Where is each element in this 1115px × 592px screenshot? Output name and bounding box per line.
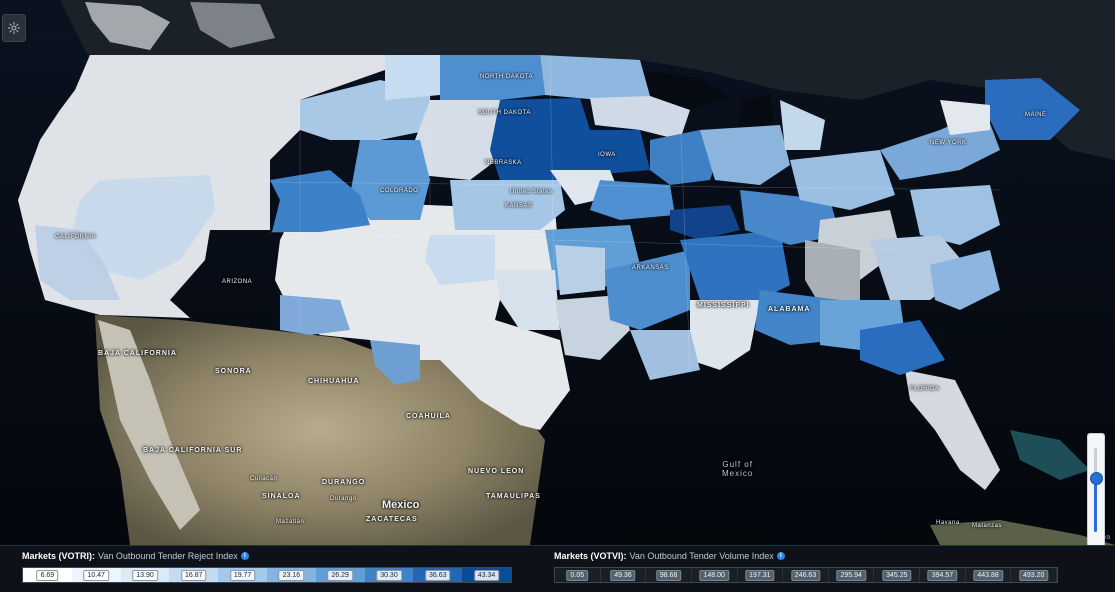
legend-volume-value: 98.68: [655, 570, 682, 581]
legend-reject-swatch: 19.77: [218, 568, 267, 582]
market-region: [425, 235, 495, 285]
market-region: [540, 55, 650, 100]
legend-volume-value: 148.00: [699, 570, 729, 581]
zoom-slider[interactable]: [1087, 433, 1105, 547]
settings-button[interactable]: [2, 14, 26, 42]
map-label-kansas: KANSAS: [505, 203, 533, 209]
legend-reject-swatch: 26.29: [315, 568, 365, 582]
map-label-sonora: SONORA: [215, 368, 252, 375]
legend-reject-value: 36.63: [425, 570, 451, 581]
market-region: [385, 55, 440, 100]
zoom-fill: [1094, 478, 1097, 532]
legend-bar: Markets (VOTRI): Van Outbound Tender Rej…: [0, 545, 1115, 592]
legend-reject-value: 13.90: [132, 570, 158, 581]
map-label-durango-city: Durango: [330, 496, 357, 502]
legend-reject-swatch: 23.16: [266, 568, 316, 582]
legend-volume-value: 0.05: [566, 570, 589, 581]
map-label-north-dakota: NORTH DAKOTA: [480, 74, 534, 80]
map-label-durango-state: DURANGO: [322, 479, 366, 486]
map-label-gulf-of-mexico: Gulf of Mexico: [722, 460, 754, 478]
legend-reject-value: 10.47: [83, 570, 109, 581]
map-label-matanzas: Matanzas: [972, 523, 1003, 529]
legend-volume-swatch: 0.05: [555, 568, 601, 582]
info-icon[interactable]: i: [776, 552, 785, 560]
map-label-baja-california-sur: BAJA CALIFORNIA SUR: [143, 447, 243, 454]
legend-reject-scale: 6.69 10.47 13.90 16.87 19.77 23.16 26.29 30.30 3…: [22, 567, 512, 583]
legend-reject-title-text: Van Outbound Tender Reject Index: [98, 551, 238, 561]
legend-reject-swatch: 6.69: [23, 568, 72, 582]
legend-volume-index: Markets (VOTVI): Van Outbound Tender Vol…: [554, 546, 1058, 592]
map-label-zacatecas: ZACATECAS: [366, 516, 418, 523]
map-label-colorado: COLORADO: [380, 188, 419, 194]
legend-volume-value: 493.20: [1019, 570, 1049, 581]
legend-volume-value: 345.25: [882, 570, 912, 581]
legend-volume-swatch: 394.57: [920, 568, 966, 582]
market-region: [280, 295, 350, 335]
map-label-alabama: ALABAMA: [768, 306, 811, 313]
legend-reject-swatch: 36.63: [413, 568, 463, 582]
legend-volume-swatch: 148.00: [691, 568, 738, 582]
map-label-florida: FLORIDA: [910, 386, 940, 392]
map-label-nebraska: NEBRASKA: [485, 160, 522, 166]
map-label-baja-california: BAJA CALIFORNIA: [98, 350, 177, 357]
legend-reject-swatch: 10.47: [71, 568, 121, 582]
legend-reject-value: 30.30: [376, 570, 402, 581]
map-label-arizona: ARIZONA: [222, 279, 253, 285]
legend-volume-title-text: Van Outbound Tender Volume Index: [629, 551, 774, 561]
legend-volume-swatch: 246.63: [783, 568, 829, 582]
legend-volume-swatch: 493.20: [1011, 568, 1058, 582]
legend-reject-index: Markets (VOTRI): Van Outbound Tender Rej…: [22, 546, 522, 592]
legend-volume-value: 295.94: [836, 570, 866, 581]
legend-reject-value: 6.69: [36, 570, 59, 581]
map-label-mazatlan: Mazatlán: [276, 519, 305, 525]
legend-volume-title: Markets (VOTVI): Van Outbound Tender Vol…: [554, 551, 785, 561]
map-label-united-states: United States: [510, 189, 553, 195]
map-label-south-dakota: SOUTH DAKOTA: [478, 110, 531, 116]
map-label-tamaulipas: TAMAULIPAS: [486, 493, 541, 500]
legend-reject-value: 43.34: [473, 570, 500, 581]
legend-volume-value: 443.88: [973, 570, 1003, 581]
map-label-mexico: Mexico: [382, 499, 420, 511]
map-label-arkansas: ARKANSAS: [632, 265, 669, 271]
legend-volume-value: 394.57: [927, 570, 958, 581]
legend-reject-swatch: 30.30: [364, 568, 414, 582]
legend-reject-swatch: 43.34: [462, 568, 511, 582]
market-region: [555, 245, 605, 295]
legend-reject-value: 16.87: [181, 570, 207, 581]
map-label-maine: MAINE: [1025, 112, 1047, 118]
legend-volume-swatch: 443.88: [965, 568, 1012, 582]
legend-volume-swatch: 49.36: [600, 568, 647, 582]
legend-reject-swatch: 16.87: [169, 568, 219, 582]
map-label-california: CALIFORNIA: [55, 234, 97, 240]
map-label-havana: Havana: [936, 520, 960, 526]
legend-volume-swatch: 98.68: [646, 568, 692, 582]
legend-volume-title-bold: Markets (VOTVI):: [554, 551, 627, 561]
legend-volume-swatch: 197.31: [737, 568, 784, 582]
map-label-chihuahua: CHIHUAHUA: [308, 378, 360, 385]
gear-icon: [7, 21, 21, 35]
legend-volume-swatch: 345.25: [874, 568, 921, 582]
map-label-nuevo-leon: NUEVO LEON: [468, 468, 525, 475]
map-label-sinaloa: SINALOA: [262, 493, 301, 500]
map-label-iowa: IOWA: [598, 152, 616, 158]
legend-reject-value: 26.29: [327, 570, 353, 581]
legend-reject-swatch: 13.90: [120, 568, 170, 582]
legend-volume-value: 197.31: [745, 570, 775, 581]
map-label-culiacan: Culiacán: [250, 476, 278, 482]
legend-reject-value: 19.77: [229, 570, 256, 581]
map-label-mississippi: MISSISSIPPI: [697, 302, 750, 309]
legend-volume-value: 49.36: [610, 570, 636, 581]
zoom-thumb[interactable]: [1090, 472, 1103, 485]
legend-reject-value: 23.16: [278, 570, 305, 581]
legend-volume-value: 246.63: [790, 570, 821, 581]
map-label-new-york: NEW YORK: [930, 140, 967, 146]
legend-volume-scale: 0.05 49.36 98.68 148.00 197.31 246.63 295.94 34…: [554, 567, 1058, 583]
info-icon[interactable]: i: [240, 552, 249, 560]
legend-reject-title: Markets (VOTRI): Van Outbound Tender Rej…: [22, 551, 249, 561]
legend-volume-swatch: 295.94: [828, 568, 875, 582]
map-label-coahuila: COAHUILA: [406, 413, 451, 420]
legend-reject-title-bold: Markets (VOTRI):: [22, 551, 96, 561]
choropleth-map[interactable]: [0, 0, 1115, 547]
